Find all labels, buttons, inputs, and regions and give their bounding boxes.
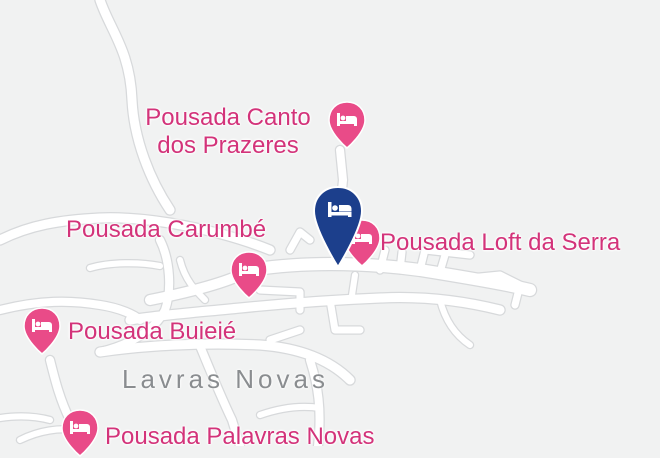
road: [349, 272, 358, 298]
poi-label-line: dos Prazeres: [157, 131, 299, 159]
poi-pin-palavras-novas[interactable]: [60, 408, 100, 458]
poi-label-buieie[interactable]: Pousada Buieié: [68, 320, 236, 344]
town-label: Lavras Novas: [122, 364, 329, 394]
road: [436, 251, 449, 276]
poi-label-canto-dos-prazeres[interactable]: Pousada Canto dos Prazeres: [128, 104, 328, 159]
poi-label-palavras-novas[interactable]: Pousada Palavras Novas: [105, 425, 374, 449]
selected-location-marker[interactable]: [312, 185, 364, 269]
road: [266, 326, 304, 344]
poi-pin-buieie[interactable]: [22, 306, 62, 356]
poi-pin-canto-dos-prazeres[interactable]: [327, 100, 367, 150]
poi-label-loft-da-serra[interactable]: Pousada Loft da Serra: [380, 231, 620, 255]
poi-pin-carumbe[interactable]: [229, 250, 269, 300]
poi-label-line: Pousada Canto: [145, 104, 311, 131]
poi-label-carumbe[interactable]: Pousada Carumbé: [66, 218, 266, 242]
